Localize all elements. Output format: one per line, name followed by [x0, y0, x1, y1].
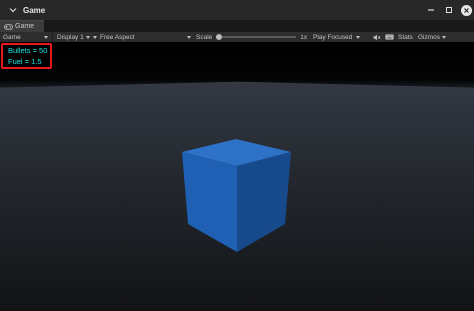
scale-value: 1x: [300, 33, 308, 41]
mode-label: Game: [3, 33, 21, 41]
caret-down-icon: [442, 35, 446, 39]
tab-label: Game: [15, 23, 35, 30]
close-icon: [460, 4, 472, 16]
aspect-dropdown[interactable]: Free Aspect: [89, 32, 187, 42]
gizmos-label: Gizmos: [418, 33, 441, 41]
stats-button[interactable]: Stats: [396, 32, 416, 42]
fuel-counter: Fuel = 1.5: [8, 57, 42, 66]
gamepad-icon: [4, 23, 13, 30]
game-toolbar: Game Display 1 Free Aspect Scale 1x Play…: [0, 32, 474, 42]
minimize-icon: [428, 9, 434, 11]
mute-audio-button[interactable]: [370, 32, 383, 42]
scale-control: Scale 1x: [192, 32, 310, 42]
caret-down-icon: [356, 35, 361, 39]
caret-down-icon: [44, 35, 48, 39]
aspect-label: Free Aspect: [100, 33, 135, 41]
gizmos-caret[interactable]: [442, 32, 450, 42]
maximize-button[interactable]: [440, 0, 458, 20]
play-mode-label: Play Focused: [313, 33, 353, 41]
game-viewport[interactable]: [0, 42, 474, 311]
stats-label: Stats: [398, 33, 413, 41]
maximize-icon: [446, 7, 452, 13]
title-bar: Game: [0, 0, 474, 20]
caret-down-icon: [93, 35, 97, 39]
caret-down-icon: [187, 35, 191, 39]
window-title: Game: [23, 5, 46, 15]
scene-canvas: [0, 81, 474, 311]
play-mode-dropdown[interactable]: Play Focused: [310, 32, 370, 42]
keyboard-icon: [385, 34, 394, 40]
scale-slider[interactable]: [216, 34, 297, 40]
chevron-down-icon[interactable]: [7, 4, 19, 16]
tab-bar: Game: [0, 20, 474, 32]
speaker-mute-icon: [373, 34, 381, 40]
hud-panel: Bullets = 50 Fuel = 1.5: [1, 43, 52, 69]
tab-game[interactable]: Game: [0, 20, 44, 32]
gizmos-button[interactable]: Gizmos: [416, 32, 442, 42]
minimize-button[interactable]: [422, 0, 440, 20]
mode-dropdown[interactable]: Game: [0, 32, 52, 42]
display-label: Display 1: [57, 33, 84, 41]
scale-slider-handle[interactable]: [216, 34, 223, 40]
window-controls: [422, 0, 474, 20]
display-dropdown[interactable]: Display 1: [53, 32, 90, 42]
close-button[interactable]: [458, 0, 474, 20]
shortcuts-toggle-button[interactable]: [383, 32, 396, 42]
scale-label: Scale: [196, 33, 213, 41]
bullets-counter: Bullets = 50: [8, 46, 48, 55]
